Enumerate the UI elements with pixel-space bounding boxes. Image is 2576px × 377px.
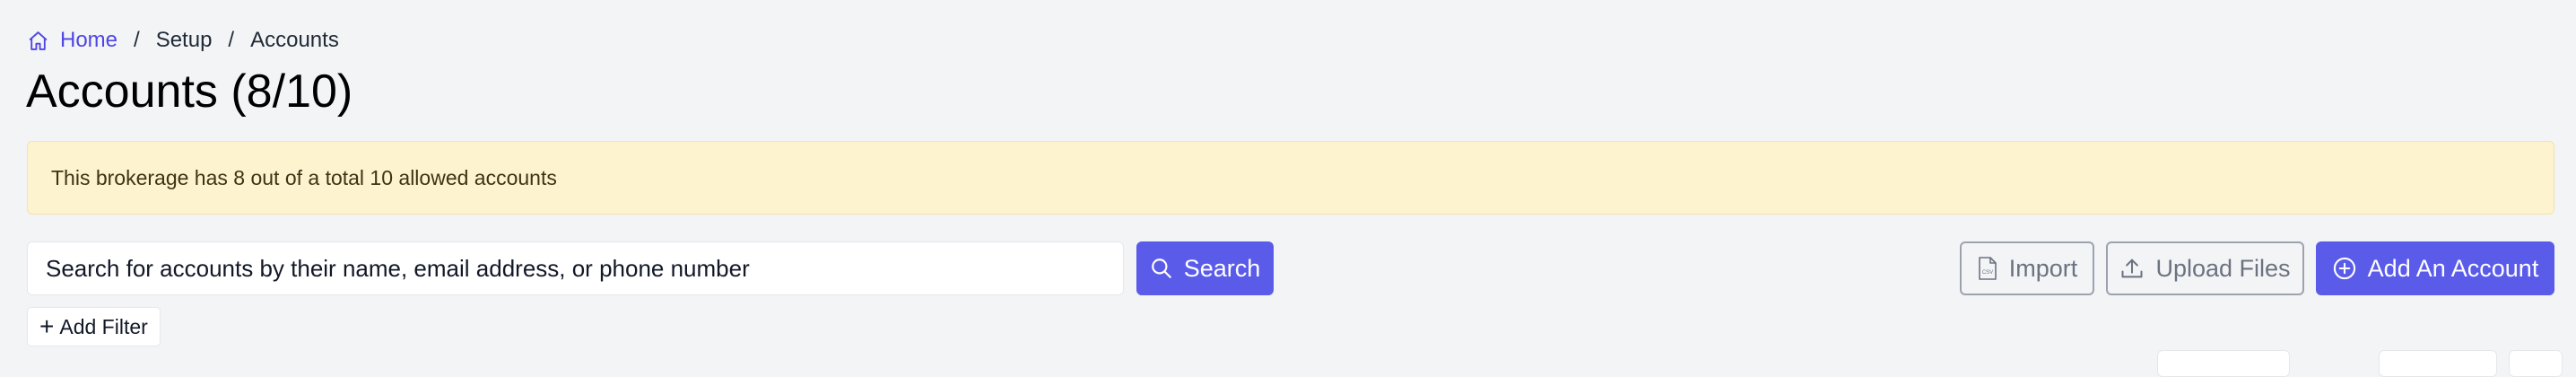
breadcrumb-item-setup[interactable]: Setup — [156, 28, 213, 53]
csv-file-icon: CSV — [1978, 257, 1997, 280]
toolbar-control[interactable] — [2509, 350, 2563, 377]
search-button[interactable]: Search — [1136, 241, 1274, 295]
search-icon — [1151, 259, 1171, 278]
search-button-label: Search — [1183, 254, 1261, 282]
plus-icon: + — [39, 312, 55, 340]
breadcrumb: Home / Setup / Accounts — [27, 27, 339, 54]
toolbar-control[interactable] — [2157, 350, 2290, 377]
toolbar-control[interactable] — [2379, 350, 2497, 377]
upload-icon — [2121, 259, 2143, 278]
breadcrumb-separator: / — [134, 28, 140, 52]
svg-text:CSV: CSV — [1982, 270, 1993, 276]
search-input[interactable] — [27, 241, 1124, 295]
upload-files-button[interactable]: Upload Files — [2106, 241, 2304, 295]
breadcrumb-home-label: Home — [60, 28, 118, 52]
add-filter-label: Add Filter — [59, 314, 148, 338]
breadcrumb-separator: / — [228, 28, 235, 52]
add-account-button[interactable]: Add An Account — [2316, 241, 2554, 295]
account-limit-alert: This brokerage has 8 out of a total 10 a… — [27, 141, 2554, 215]
alert-message: This brokerage has 8 out of a total 10 a… — [51, 165, 557, 189]
home-icon — [29, 31, 48, 50]
breadcrumb-item-accounts: Accounts — [250, 28, 339, 52]
breadcrumb-home-link[interactable]: Home — [27, 28, 117, 53]
add-account-button-label: Add An Account — [2367, 254, 2539, 282]
import-button[interactable]: CSV Import — [1960, 241, 2094, 295]
plus-circle-icon — [2333, 257, 2355, 280]
import-button-label: Import — [2008, 254, 2078, 282]
upload-files-button-label: Upload Files — [2155, 254, 2291, 282]
page-title: Accounts (8/10) — [26, 66, 353, 118]
add-filter-button[interactable]: + Add Filter — [27, 307, 161, 346]
